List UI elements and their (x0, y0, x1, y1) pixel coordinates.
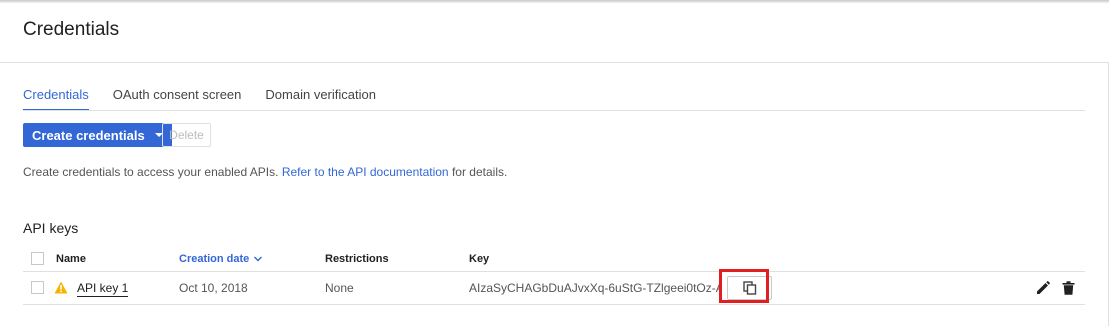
tabs-divider (23, 110, 1085, 111)
warning-icon (54, 281, 68, 294)
create-credentials-button[interactable]: Create credentials (23, 123, 172, 147)
info-text: Create credentials to access your enable… (23, 165, 507, 179)
column-header-key: Key (469, 253, 490, 265)
tab-domain-verification[interactable]: Domain verification (265, 87, 376, 111)
api-keys-title: API keys (23, 220, 79, 236)
table-row-name-cell: API key 1 (77, 281, 129, 297)
header-divider (0, 62, 1109, 63)
api-key-name-link[interactable]: API key 1 (77, 281, 129, 297)
api-key-value: AIzaSyCHAGbDuAJvxXq-6uStG-TZlgeei0tOz-A (469, 281, 722, 295)
table-row-divider (23, 304, 1085, 305)
highlight-box (719, 269, 769, 303)
creation-date-label: Creation date (179, 253, 250, 265)
tab-bar: Credentials OAuth consent screen Domain … (23, 87, 400, 111)
select-all-checkbox[interactable] (31, 252, 44, 265)
api-documentation-link[interactable]: Refer to the API documentation (282, 165, 449, 179)
restrictions-cell: None (325, 281, 354, 295)
creation-date-cell: Oct 10, 2018 (179, 281, 248, 295)
column-header-creation-date[interactable]: Creation date (179, 253, 263, 265)
edit-icon[interactable] (1036, 281, 1050, 295)
page-title: Credentials (23, 19, 120, 40)
trash-icon[interactable] (1062, 281, 1075, 295)
create-credentials-label: Create credentials (32, 127, 145, 143)
column-header-name: Name (56, 253, 86, 265)
info-suffix: for details. (451, 165, 508, 179)
tab-credentials[interactable]: Credentials (23, 87, 89, 111)
table-header-divider (23, 271, 1085, 272)
sort-arrow-icon (254, 256, 263, 262)
column-header-restrictions: Restrictions (325, 253, 389, 265)
info-prefix: Create credentials to access your enable… (23, 165, 279, 179)
top-shadow-line (0, 0, 1109, 3)
delete-button[interactable]: Delete (162, 123, 211, 147)
tab-oauth-consent-screen[interactable]: OAuth consent screen (113, 87, 242, 111)
row-checkbox[interactable] (31, 281, 44, 294)
